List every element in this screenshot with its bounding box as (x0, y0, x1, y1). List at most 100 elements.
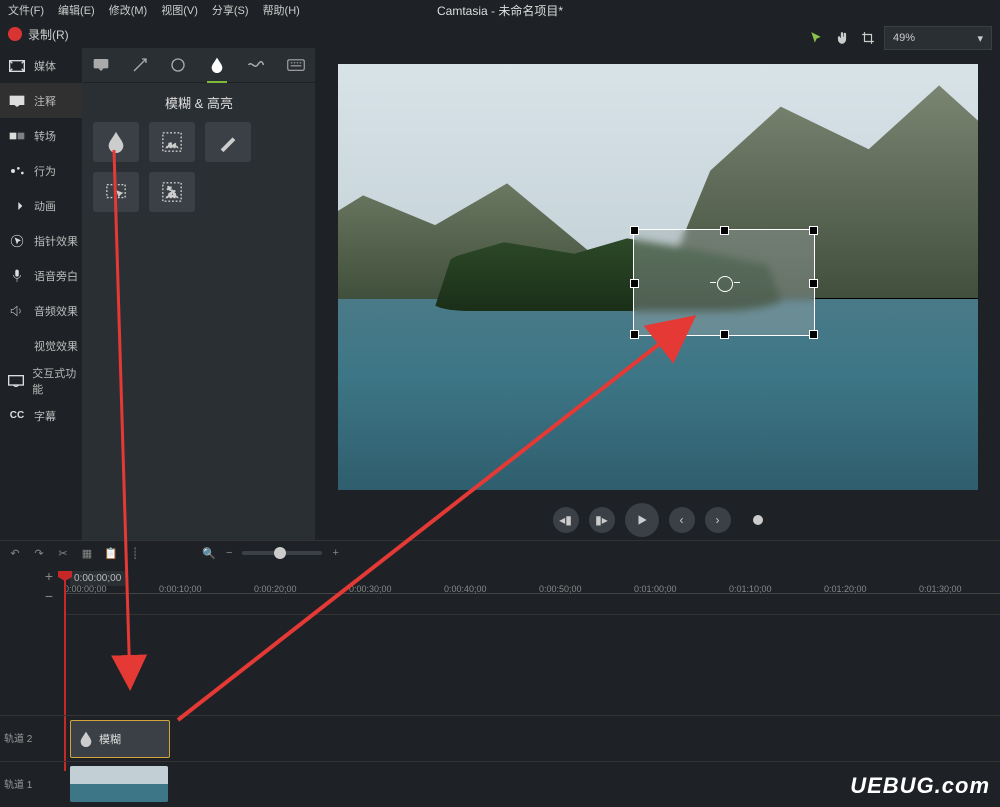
sidebar-item-audio[interactable]: 音频效果 (0, 293, 82, 328)
resize-handle[interactable] (809, 330, 818, 339)
tab-keyboard-icon[interactable] (287, 55, 305, 75)
effect-highlight[interactable] (205, 122, 251, 162)
resize-handle[interactable] (630, 330, 639, 339)
canvas-zoom-select[interactable]: 49% ▾ (884, 26, 992, 50)
resize-handle[interactable] (630, 226, 639, 235)
panel-title: 模糊 & 高亮 (83, 83, 315, 122)
crop-tool-icon[interactable] (858, 28, 878, 48)
track-label: 轨道 2 (4, 730, 32, 745)
sidebar-label: 字幕 (34, 408, 56, 424)
preview-canvas[interactable] (338, 64, 978, 490)
ruler-tick: 0:01:30;00 (919, 584, 962, 594)
sidebar-label: 语音旁白 (34, 268, 78, 284)
next-button[interactable]: ‹ (669, 507, 695, 533)
sidebar-item-annotations[interactable]: 注释 (0, 83, 82, 118)
animations-icon (8, 199, 26, 213)
sidebar-label: 行为 (34, 163, 56, 179)
menu-help[interactable]: 帮助(H) (263, 2, 300, 18)
prev-frame-button[interactable]: ◂▮ (553, 507, 579, 533)
clip-thumbnail (70, 766, 168, 802)
sidebar-item-visual[interactable]: 视觉效果 (0, 328, 82, 363)
canvas-toolbar: 49% ▾ (806, 26, 992, 50)
track-2[interactable]: 轨道 2 模糊 (0, 715, 1000, 761)
ruler-tick: 0:01:00;00 (634, 584, 677, 594)
play-button[interactable] (625, 503, 659, 537)
zoom-in-button[interactable]: + (332, 547, 338, 559)
timeline-toolbar: ↶ ↷ ✂ ▦ 📋 ┊ 🔍 − + (0, 540, 1000, 565)
effect-interactive-area[interactable] (93, 172, 139, 212)
sidebar-label: 交互式功能 (32, 365, 82, 397)
resize-handle[interactable] (720, 330, 729, 339)
sidebar-label: 注释 (34, 93, 56, 109)
tab-callout-icon[interactable] (93, 55, 110, 75)
menu-modify[interactable]: 修改(M) (109, 2, 148, 18)
redo-button[interactable]: ↷ (32, 546, 46, 560)
timeline-zoom-slider[interactable] (242, 551, 322, 555)
annotations-icon (8, 94, 26, 108)
pan-tool-icon[interactable] (832, 28, 852, 48)
resize-handle[interactable] (720, 226, 729, 235)
sidebar-item-cursor[interactable]: 指针效果 (0, 223, 82, 258)
sidebar-item-interactive[interactable]: 交互式功能 (0, 363, 82, 398)
rotate-handle[interactable] (717, 276, 733, 292)
ruler-tick: 0:00:00;00 (64, 584, 107, 594)
resize-handle[interactable] (809, 226, 818, 235)
sidebar-item-voice[interactable]: 语音旁白 (0, 258, 82, 293)
sidebar-item-transitions[interactable]: 转场 (0, 118, 82, 153)
cursor-icon (8, 234, 26, 248)
sidebar-item-animations[interactable]: 动画 (0, 188, 82, 223)
record-button[interactable]: 录制(R) (28, 26, 69, 43)
blur-annotation[interactable] (633, 229, 815, 336)
sidebar-label: 动画 (34, 198, 56, 214)
cut-button[interactable]: ✂ (56, 546, 70, 560)
sidebar-item-caption[interactable]: CC字幕 (0, 398, 82, 433)
playback-controls: ◂▮ ▮▸ ‹ › (553, 500, 763, 540)
transitions-icon (8, 129, 26, 143)
undo-button[interactable]: ↶ (8, 546, 22, 560)
main-area: 媒体 注释 转场 行为 动画 指针效果 语音旁白 音频效果 视觉效果 交互式功能… (0, 48, 1000, 540)
select-tool-icon[interactable] (806, 28, 826, 48)
speaker-icon (8, 304, 26, 318)
ruler-tick: 0:01:20;00 (824, 584, 867, 594)
wand-icon (8, 339, 26, 353)
prev-button[interactable]: ▮▸ (589, 507, 615, 533)
effect-blur[interactable] (93, 122, 139, 162)
next-frame-button[interactable]: › (705, 507, 731, 533)
sidebar-item-behaviors[interactable]: 行为 (0, 153, 82, 188)
canvas-area: ◂▮ ▮▸ ‹ › (315, 48, 1000, 540)
track-label: 轨道 1 (4, 776, 32, 791)
tab-sketch-icon[interactable] (247, 55, 265, 75)
behaviors-icon (8, 164, 26, 178)
sidebar-item-media[interactable]: 媒体 (0, 48, 82, 83)
remove-track-button[interactable]: − (40, 587, 58, 605)
clip-blur[interactable]: 模糊 (70, 720, 170, 758)
seek-marker[interactable] (753, 515, 763, 525)
tab-shape-icon[interactable] (170, 55, 187, 75)
menu-share[interactable]: 分享(S) (212, 2, 249, 18)
add-track-button[interactable]: + (40, 567, 58, 585)
resize-handle[interactable] (809, 279, 818, 288)
clip-video[interactable] (70, 766, 168, 802)
menu-view[interactable]: 视图(V) (161, 2, 198, 18)
copy-button[interactable]: ▦ (80, 546, 94, 560)
effect-spotlight-rect[interactable] (149, 122, 195, 162)
paste-button[interactable]: 📋 (104, 546, 118, 560)
timeline: + − 0:00:00;00 0:00:00;00 0:00:10;00 0:0… (0, 565, 1000, 788)
split-button[interactable]: ┊ (128, 546, 142, 560)
menu-edit[interactable]: 编辑(E) (58, 2, 95, 18)
ruler-tick: 0:01:10;00 (729, 584, 772, 594)
sidebar: 媒体 注释 转场 行为 动画 指针效果 语音旁白 音频效果 视觉效果 交互式功能… (0, 48, 83, 540)
timeline-ruler[interactable]: 0:00:00;00 0:00:10;00 0:00:20;00 0:00:30… (64, 593, 1000, 615)
zoom-out-button[interactable]: − (226, 547, 232, 559)
menu-file[interactable]: 文件(F) (8, 2, 44, 18)
tab-arrow-icon[interactable] (132, 55, 149, 75)
effect-pixelate[interactable] (149, 172, 195, 212)
tab-blur-icon[interactable] (209, 55, 226, 75)
resize-handle[interactable] (630, 279, 639, 288)
watermark: UEBUG.com (850, 773, 990, 799)
media-icon (8, 59, 26, 73)
slider-knob[interactable] (274, 547, 286, 559)
mic-icon (8, 269, 26, 283)
sidebar-label: 音频效果 (34, 303, 78, 319)
app-title: Camtasia - 未命名项目* (437, 2, 563, 19)
